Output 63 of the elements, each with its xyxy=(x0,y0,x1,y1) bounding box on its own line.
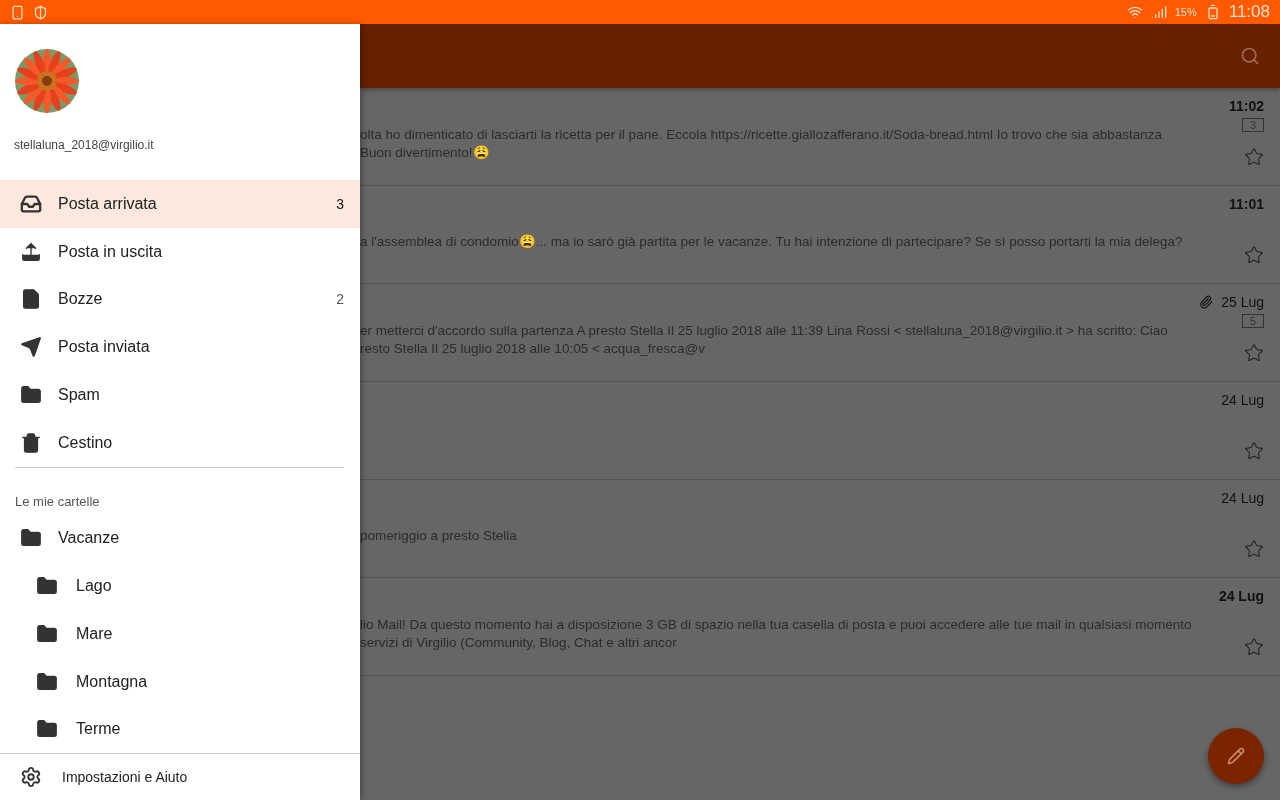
drawer-item-label: Vacanze xyxy=(58,529,121,548)
phone-icon xyxy=(10,4,25,20)
drawer-item[interactable]: Terme xyxy=(0,705,360,754)
folder-icon xyxy=(36,670,58,693)
drawer-item[interactable]: Spam xyxy=(0,371,360,419)
drawer-item[interactable]: Posta in uscita xyxy=(0,227,360,276)
trash-icon xyxy=(20,431,42,454)
item-count: 2 xyxy=(336,291,344,308)
message-date: 24 Lug xyxy=(1221,392,1264,408)
message-preview: a l'assemblea di condomio😩... ma io sarò già partita per le vacanze. Tu hai intenzione di partecipare? Se sì posso portarti la mia delega? xyxy=(360,232,1183,251)
signal-icon xyxy=(1150,4,1167,20)
drawer-item[interactable]: Cestino xyxy=(0,418,360,467)
drawer-item-label: Posta arrivata xyxy=(58,194,158,213)
drawer-item-label: Posta inviata xyxy=(58,338,151,357)
clock: 11:08 xyxy=(1228,2,1270,22)
star-icon[interactable] xyxy=(1244,539,1264,559)
search-icon[interactable] xyxy=(1240,46,1260,66)
drawer-item-label: Mare xyxy=(76,624,114,643)
account-email: stellaluna_2018@virgilio.it xyxy=(14,138,155,152)
message-date: 11:02 xyxy=(1228,98,1264,114)
paper-plane-icon xyxy=(20,336,42,359)
star-icon[interactable] xyxy=(1244,637,1264,657)
message-preview: servizi di Virgilio (Community, Blog, Chat e altri ancor xyxy=(360,633,677,652)
battery-percent: 15% xyxy=(1174,6,1197,18)
drawer-item-label: Bozze xyxy=(58,290,104,309)
drawer-item[interactable]: Posta inviata xyxy=(0,323,360,371)
drawer-item[interactable]: Vacanze xyxy=(0,514,360,563)
compose-button[interactable] xyxy=(1208,728,1264,784)
drawer-item[interactable]: Posta arrivata 3 xyxy=(0,180,360,228)
settings-icon xyxy=(20,766,42,789)
message-preview: pomeriggio a presto Stella xyxy=(360,526,517,545)
message-date: 24 Lug xyxy=(1221,490,1264,506)
message-preview: resto Stella Il 25 luglio 2018 alle 10:05 < acqua_fresca@v xyxy=(360,339,706,358)
star-icon[interactable] xyxy=(1244,343,1264,363)
item-count: 3 xyxy=(336,195,344,212)
drawer-item-label: Montagna xyxy=(76,672,149,691)
folder-icon xyxy=(20,383,42,406)
shield-icon xyxy=(33,4,48,20)
document-icon xyxy=(20,288,42,311)
message-date: 11:01 xyxy=(1228,196,1264,212)
drawer-item[interactable]: Montagna xyxy=(0,657,360,706)
wifi-icon xyxy=(1126,4,1143,20)
star-icon[interactable] xyxy=(1244,147,1264,167)
message-preview: Buon divertimento!😩 xyxy=(360,143,490,162)
drawer-item[interactable]: Mare xyxy=(0,610,360,658)
drawer-item-label: Spam xyxy=(58,385,101,404)
drawer-item-label: Posta in uscita xyxy=(58,242,164,261)
drawer-item[interactable]: Lago xyxy=(0,562,360,610)
upload-tray-icon xyxy=(20,240,42,263)
drawer-item-label: Lago xyxy=(76,577,113,596)
star-icon[interactable] xyxy=(1244,245,1264,265)
settings-link[interactable]: Impostazioni e Aiuto xyxy=(62,769,188,786)
pencil-icon xyxy=(1227,747,1245,765)
section-title: Le mie cartelle xyxy=(14,492,101,511)
star-icon[interactable] xyxy=(1244,441,1264,461)
message-date: 24 Lug xyxy=(1218,588,1264,604)
folder-icon xyxy=(36,622,58,645)
drawer-item[interactable]: Bozze 2 xyxy=(0,275,360,324)
message-preview: lio Mail! Da questo momento hai a disposizione 3 GB di spazio nella tua casella di posta e puoi accedere alle tue mail in qualsiasi momento xyxy=(360,615,1192,634)
message-date: 25 Lug xyxy=(1199,294,1264,310)
drawer-item-label: Cestino xyxy=(58,433,114,452)
drawer-item-label: Terme xyxy=(76,720,122,739)
message-preview: er metterci d'accordo sulla partenza A presto Stella Il 25 luglio 2018 alle 11:39 Lina Rossi < stellaluna_2018@virgilio.it > ha scritto: Ciao xyxy=(360,321,1168,340)
